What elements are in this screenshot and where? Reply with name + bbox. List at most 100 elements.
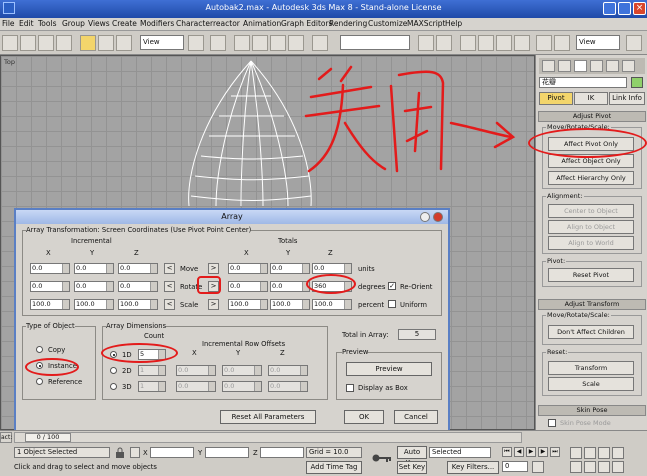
dont-affect-children-button[interactable]: Don't Affect Children [548, 325, 634, 339]
skin-pose-mode-checkbox[interactable] [548, 419, 556, 427]
dim-3d-radio[interactable] [110, 383, 117, 390]
select-object-icon[interactable] [38, 35, 54, 51]
menu-create[interactable]: Create [112, 19, 137, 28]
minimize-icon[interactable] [603, 2, 616, 15]
layer-manager-icon[interactable] [460, 35, 476, 51]
create-tab-icon[interactable] [542, 60, 555, 72]
menu-file[interactable]: File [2, 19, 15, 28]
zoom-all-icon[interactable] [584, 447, 596, 459]
tab-pivot[interactable]: Pivot [539, 92, 573, 105]
scale-button[interactable]: Scale [548, 377, 634, 391]
move-inc-z[interactable]: 0.0 [118, 263, 158, 274]
preview-button[interactable]: Preview [346, 362, 432, 376]
select-manipulate-icon[interactable] [210, 35, 226, 51]
affect-hierarchy-only-button[interactable]: Affect Hierarchy Only [548, 171, 634, 185]
move-tot-y[interactable]: 0.0 [270, 263, 310, 274]
move-left-arrow[interactable]: < [164, 263, 175, 274]
menu-reactor[interactable]: reactor [213, 19, 240, 28]
select-move-icon[interactable] [80, 35, 96, 51]
rollout-adjust-pivot[interactable]: Adjust Pivot [538, 111, 646, 122]
named-selection-icon[interactable] [312, 35, 328, 51]
quick-render-icon[interactable] [554, 35, 570, 51]
render-last-icon[interactable] [626, 35, 642, 51]
key-mode-select[interactable]: Selected [429, 447, 491, 458]
field-of-view-icon[interactable] [570, 461, 582, 473]
rotate-inc-x[interactable]: 0.0 [30, 281, 70, 292]
material-editor-icon[interactable] [514, 35, 530, 51]
previous-frame-icon[interactable]: ◀ [514, 447, 524, 457]
scale-tot-z[interactable]: 100.0 [312, 299, 352, 310]
hierarchy-tab-icon[interactable] [574, 60, 587, 72]
help-icon[interactable] [420, 212, 430, 222]
menu-character[interactable]: Character [176, 19, 213, 28]
set-key-button[interactable]: Set Key [397, 461, 427, 474]
display-tab-icon[interactable] [606, 60, 619, 72]
snap-icon[interactable] [234, 35, 250, 51]
reset-pivot-button[interactable]: Reset Pivot [548, 268, 634, 282]
transform-button[interactable]: Transform [548, 361, 634, 375]
dim-3d-offset-z[interactable]: 0.0 [268, 381, 308, 392]
maximize-viewport-icon[interactable] [612, 461, 624, 473]
time-slider[interactable]: 0 / 100 [14, 432, 522, 443]
add-time-tag-button[interactable]: Add Time Tag [306, 461, 362, 474]
time-slider-thumb[interactable]: 0 / 100 [25, 433, 71, 442]
menu-maxscript[interactable]: MAXScript [407, 19, 446, 28]
next-frame-icon[interactable]: ▶ [538, 447, 548, 457]
move-tot-x[interactable]: 0.0 [228, 263, 268, 274]
align-to-world-button[interactable]: Align to World [548, 236, 634, 250]
align-icon[interactable] [436, 35, 452, 51]
move-inc-y[interactable]: 0.0 [74, 263, 114, 274]
display-as-box-checkbox[interactable] [346, 384, 354, 392]
dim-3d-count[interactable]: 1 [138, 381, 166, 392]
uniform-checkbox[interactable] [388, 300, 396, 308]
tab-ik[interactable]: IK [574, 92, 608, 105]
select-rotate-icon[interactable] [98, 35, 114, 51]
link-icon[interactable] [20, 35, 36, 51]
menu-edit[interactable]: Edit [19, 19, 34, 28]
angle-snap-icon[interactable] [252, 35, 268, 51]
go-to-start-icon[interactable]: ⏮ [502, 447, 512, 457]
render-type-select[interactable]: View [576, 35, 620, 50]
menu-customize[interactable]: Customize [368, 19, 407, 28]
center-to-object-button[interactable]: Center to Object [548, 204, 634, 218]
menu-modifiers[interactable]: Modifiers [140, 19, 174, 28]
select-scale-icon[interactable] [116, 35, 132, 51]
menu-group[interactable]: Group [62, 19, 85, 28]
dim-2d-offset-y[interactable]: 0.0 [222, 365, 262, 376]
dim-3d-offset-x[interactable]: 0.0 [176, 381, 216, 392]
scale-inc-z[interactable]: 100.0 [118, 299, 158, 310]
curve-editor-icon[interactable] [478, 35, 494, 51]
dim-2d-radio[interactable] [110, 367, 117, 374]
lock-icon[interactable] [115, 447, 125, 458]
play-icon[interactable]: ▶ [526, 447, 536, 457]
scale-inc-y[interactable]: 100.0 [74, 299, 114, 310]
move-inc-x[interactable]: 0.0 [30, 263, 70, 274]
scale-tot-x[interactable]: 100.0 [228, 299, 268, 310]
undo-icon[interactable] [2, 35, 18, 51]
menu-views[interactable]: Views [88, 19, 110, 28]
auto-key-button[interactable]: Auto Key [397, 446, 427, 467]
move-tot-z[interactable]: 0.0 [312, 263, 352, 274]
rotate-inc-z[interactable]: 0.0 [118, 281, 158, 292]
rotate-tot-x[interactable]: 0.0 [228, 281, 268, 292]
x-coord-field[interactable] [150, 447, 194, 458]
modify-tab-icon[interactable] [558, 60, 571, 72]
dim-2d-count[interactable]: 1 [138, 365, 166, 376]
named-selection-input[interactable] [340, 35, 410, 50]
maximize-icon[interactable] [618, 2, 631, 15]
menu-rendering[interactable]: Rendering [329, 19, 367, 28]
menu-animation[interactable]: Animation [243, 19, 281, 28]
menu-graph-editors[interactable]: Graph Editors [281, 19, 333, 28]
menu-tools[interactable]: Tools [38, 19, 56, 28]
percent-snap-icon[interactable] [270, 35, 286, 51]
mirror-icon[interactable] [418, 35, 434, 51]
pan-icon[interactable] [584, 461, 596, 473]
schematic-view-icon[interactable] [496, 35, 512, 51]
zoom-extents-all-icon[interactable] [612, 447, 624, 459]
dim-3d-offset-y[interactable]: 0.0 [222, 381, 262, 392]
rotate-tot-y[interactable]: 0.0 [270, 281, 310, 292]
rotate-left-arrow[interactable]: < [164, 281, 175, 292]
close-icon[interactable]: × [633, 2, 646, 15]
motion-tab-icon[interactable] [590, 60, 603, 72]
time-config-icon[interactable] [532, 461, 544, 473]
